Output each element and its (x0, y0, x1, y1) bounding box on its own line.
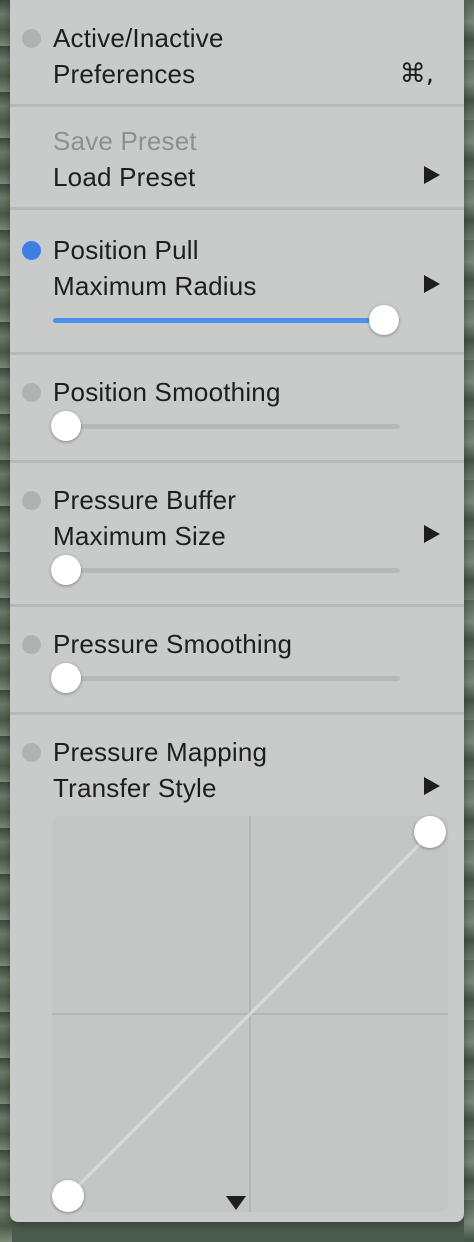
shortcut-label: ⌘, (399, 59, 434, 89)
section-pressure-mapping: Pressure Mapping Transfer Style (10, 715, 464, 1222)
slider-fill (53, 318, 385, 323)
menu-item-label: Position Smoothing (53, 377, 281, 407)
menu-item-maximum-radius[interactable]: Maximum Radius (10, 266, 464, 302)
section-general: Active/Inactive Preferences ⌘, (10, 0, 464, 107)
menu-item-label: Active/Inactive (53, 23, 224, 53)
menu-item-label: Pressure Buffer (53, 485, 237, 515)
slider-track (53, 676, 400, 681)
position-smoothing-slider[interactable] (10, 408, 464, 448)
position-pull-slider[interactable] (10, 302, 464, 342)
curve-end-handle[interactable] (414, 816, 446, 848)
slider-track (53, 424, 400, 429)
menu-item-label: Load Preset (53, 162, 196, 192)
triangle-right-icon (424, 525, 440, 543)
enabled-dot[interactable] (22, 491, 41, 510)
menu-item-maximum-size[interactable]: Maximum Size (10, 516, 464, 552)
menu-item-pressure-buffer[interactable]: Pressure Buffer (10, 480, 464, 516)
desktop-background-right (464, 0, 474, 1242)
status-dot (22, 29, 41, 48)
triangle-right-icon (424, 275, 440, 293)
section-pressure-smoothing: Pressure Smoothing (10, 607, 464, 715)
curve-start-handle[interactable] (52, 1180, 84, 1212)
pressure-smoothing-slider[interactable] (10, 660, 464, 700)
slider-knob[interactable] (51, 663, 81, 693)
slider-track (53, 568, 400, 573)
enabled-dot[interactable] (22, 635, 41, 654)
slider-knob[interactable] (51, 555, 81, 585)
menu-item-preferences[interactable]: Preferences ⌘, (10, 54, 464, 90)
slider-knob[interactable] (51, 411, 81, 441)
menu-item-label: Pressure Smoothing (53, 629, 293, 659)
triangle-down-icon[interactable] (226, 1196, 246, 1210)
menu-item-label: Maximum Radius (53, 271, 257, 301)
section-position-smoothing: Position Smoothing (10, 355, 464, 463)
menu-item-transfer-style[interactable]: Transfer Style (10, 768, 464, 804)
enabled-dot[interactable] (22, 241, 41, 260)
menu-item-pressure-smoothing[interactable]: Pressure Smoothing (10, 624, 464, 660)
menu-item-label: Pressure Mapping (53, 737, 268, 767)
pressure-curve-editor[interactable] (52, 816, 448, 1212)
menu-item-label: Save Preset (53, 126, 197, 156)
menu-item-label: Maximum Size (53, 521, 226, 551)
triangle-right-icon (424, 777, 440, 795)
pen-settings-menu: Active/Inactive Preferences ⌘, Save Pres… (10, 0, 464, 1222)
pressure-buffer-slider[interactable] (10, 552, 464, 592)
menu-item-label: Transfer Style (53, 773, 217, 803)
menu-item-active-inactive[interactable]: Active/Inactive (10, 18, 464, 54)
slider-knob[interactable] (369, 305, 399, 335)
section-position-pull: Position Pull Maximum Radius (10, 210, 464, 355)
menu-item-position-pull[interactable]: Position Pull (10, 230, 464, 266)
menu-item-pressure-mapping[interactable]: Pressure Mapping (10, 732, 464, 768)
menu-item-label: Preferences (53, 59, 196, 89)
section-presets: Save Preset Load Preset (10, 107, 464, 210)
menu-item-load-preset[interactable]: Load Preset (10, 157, 464, 193)
menu-item-save-preset: Save Preset (10, 121, 464, 157)
enabled-dot[interactable] (22, 383, 41, 402)
section-pressure-buffer: Pressure Buffer Maximum Size (10, 463, 464, 607)
curve-grid (52, 816, 448, 1212)
menu-item-label: Position Pull (53, 235, 199, 265)
triangle-right-icon (424, 166, 440, 184)
menu-item-position-smoothing[interactable]: Position Smoothing (10, 372, 464, 408)
enabled-dot[interactable] (22, 743, 41, 762)
